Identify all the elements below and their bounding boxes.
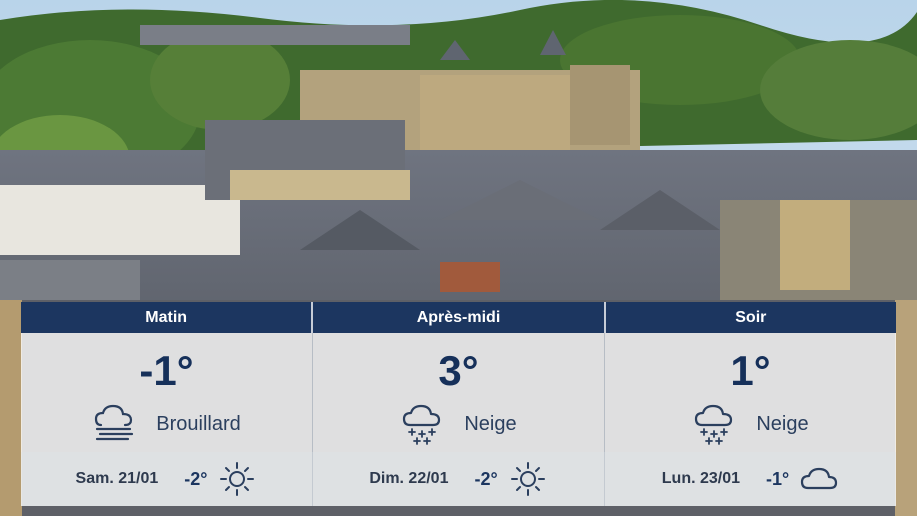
forecast-day-label: Dim. 22/01 [369, 470, 449, 487]
temperature: 3° [438, 347, 479, 394]
period-evening: 1° Neige [605, 333, 896, 452]
sun-icon [510, 462, 545, 496]
period-header-morning: Matin [21, 302, 314, 333]
forecast-day-2: Dim. 22/01 -2° [313, 452, 605, 506]
condition-label: Neige [464, 412, 517, 435]
forecast-temp: -2° [474, 468, 498, 489]
period-morning: -1° Brouillard [21, 333, 313, 452]
cloud-icon [801, 467, 838, 490]
forecast-temp: -1° [766, 468, 790, 489]
period-details-row: -1° Brouillard 3° Neige 1° Neige [21, 333, 896, 452]
temperature: 1° [730, 347, 771, 394]
snow-icon [695, 404, 733, 445]
condition: Neige [313, 403, 604, 445]
forecast-day-label: Lun. 23/01 [661, 470, 741, 487]
forecast-temp: -2° [184, 468, 208, 489]
condition-label: Brouillard [156, 412, 241, 435]
temperature: -1° [139, 347, 194, 394]
weather-panel: Matin Après-midi Soir -1° Brouillard 3° [21, 302, 896, 506]
condition: Neige [605, 403, 896, 445]
period-afternoon: 3° Neige [313, 333, 605, 452]
fog-icon [95, 404, 134, 441]
snow-icon [403, 404, 441, 445]
sun-icon [220, 462, 255, 496]
period-header-afternoon: Après-midi [313, 302, 606, 333]
forecast-day-label: Sam. 21/01 [75, 470, 159, 487]
daily-forecast-row: Sam. 21/01 -2° Dim. 22/01 -2° Lun. 23/01… [21, 452, 896, 506]
period-header-row: Matin Après-midi Soir [21, 302, 896, 333]
condition-label: Neige [756, 412, 809, 435]
forecast-day-3: Lun. 23/01 -1° [605, 452, 896, 506]
forecast-day-1: Sam. 21/01 -2° [21, 452, 313, 506]
period-header-evening: Soir [735, 308, 767, 326]
condition: Brouillard [21, 403, 312, 445]
